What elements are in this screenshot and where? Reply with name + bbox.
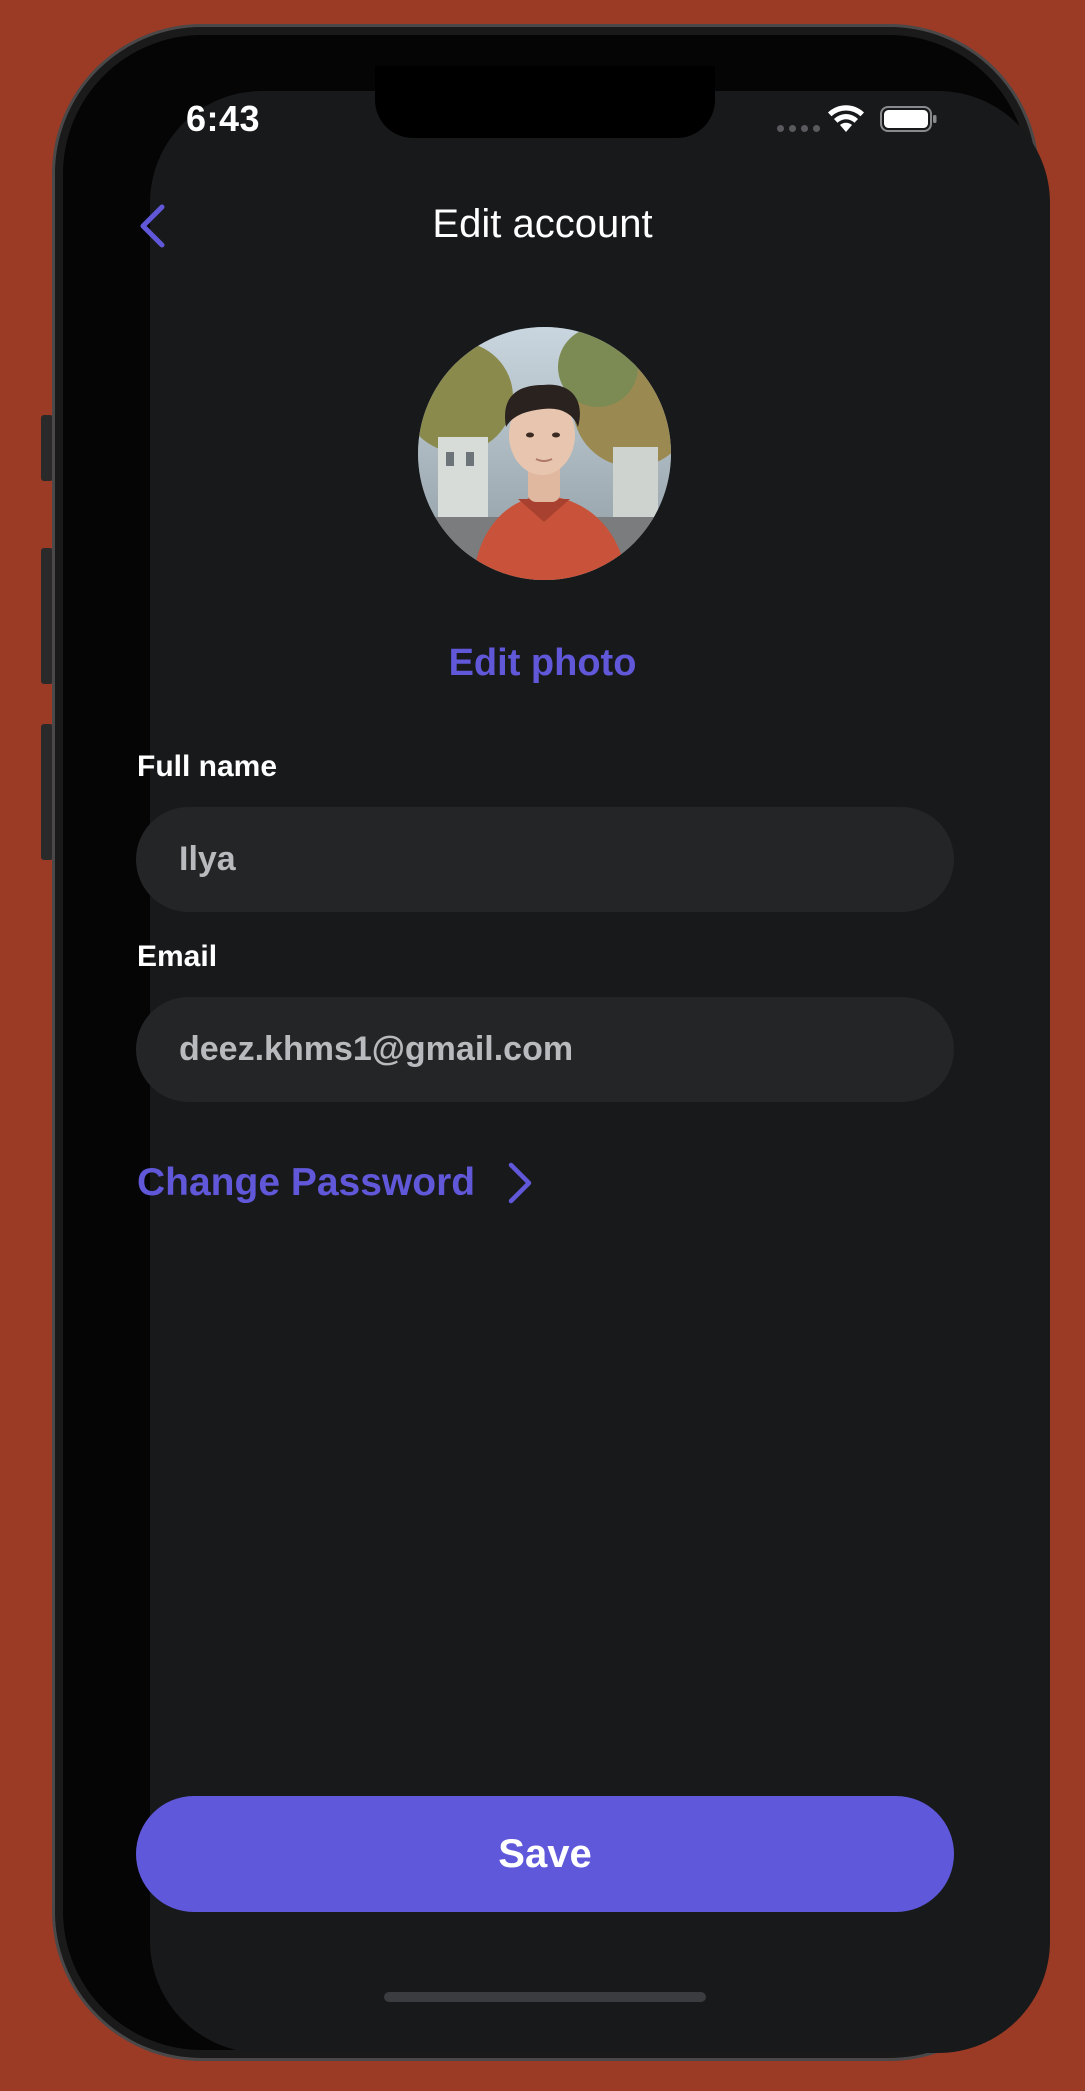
status-time: 6:43	[186, 98, 261, 139]
full-name-label: Full name	[137, 750, 278, 783]
battery-icon	[880, 106, 937, 132]
chevron-right-icon	[508, 1162, 532, 1204]
email-label: Email	[137, 940, 218, 973]
save-button[interactable]: Save	[136, 1796, 954, 1912]
email-input[interactable]	[136, 997, 954, 1102]
edit-photo-button[interactable]: Edit photo	[0, 642, 1085, 685]
profile-photo	[418, 327, 671, 580]
notch	[375, 66, 715, 138]
device-stage: 6:43 Edit account Edit photo Full name I…	[0, 0, 1085, 2091]
change-password-link[interactable]: Change Password	[137, 1160, 535, 1206]
change-password-label: Change Password	[137, 1161, 476, 1204]
full-name-input[interactable]	[136, 807, 954, 912]
home-indicator	[384, 1992, 706, 2002]
avatar[interactable]	[418, 327, 671, 580]
page-title: Edit account	[432, 202, 653, 246]
wifi-icon	[828, 105, 864, 132]
cellular-signal-icon	[777, 125, 820, 132]
